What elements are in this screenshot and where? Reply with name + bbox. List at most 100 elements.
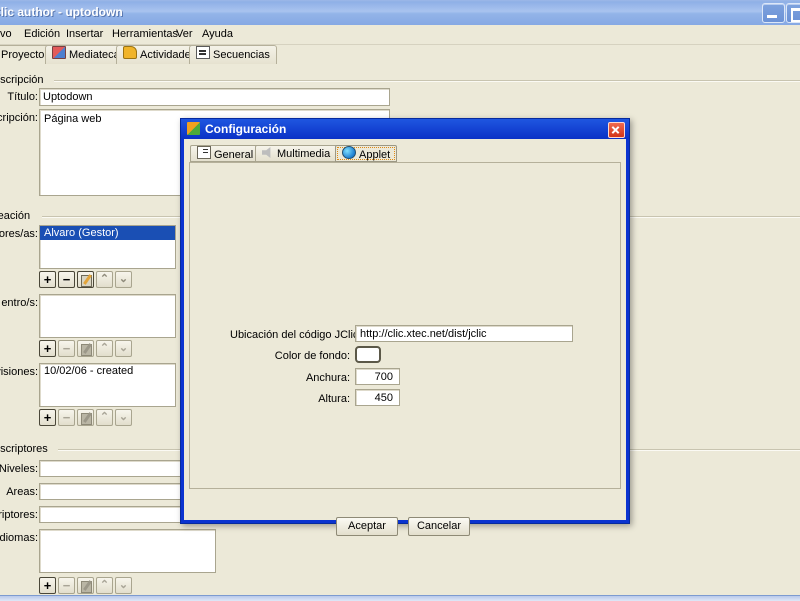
- input-anchura[interactable]: 700: [355, 368, 400, 385]
- dialog-tab-multimedia[interactable]: Multimedia: [255, 145, 338, 162]
- list-item[interactable]: [40, 295, 175, 297]
- chevron-down-icon: ⌄: [118, 411, 129, 423]
- edit-icon: [81, 413, 92, 425]
- revisiones-remove-button[interactable]: −: [58, 409, 75, 426]
- edit-icon: [81, 581, 92, 593]
- tab-proyecto-label: Proyecto: [1, 49, 45, 61]
- tab-actividades-label: Actividades: [140, 49, 197, 61]
- dialog-tab-multimedia-label: Multimedia: [277, 148, 331, 160]
- minus-icon: −: [62, 341, 71, 356]
- close-icon[interactable]: [608, 122, 625, 138]
- list-item[interactable]: [40, 530, 215, 532]
- tab-secuencias-label: Secuencias: [213, 49, 270, 61]
- plus-icon: +: [43, 578, 52, 593]
- menubar: vo Edición Insertar Herramientas Ver Ayu…: [0, 25, 800, 45]
- revisiones-up-button[interactable]: ⌃: [96, 409, 113, 426]
- chevron-up-icon: ⌃: [99, 411, 110, 423]
- tab-mediateca[interactable]: Mediateca: [45, 45, 127, 64]
- label-anchura: Anchura:: [305, 372, 350, 384]
- main-window: Clic author - uptodown vo Edición Insert…: [0, 0, 800, 601]
- label-titulo: Título:: [7, 91, 38, 103]
- dialog-body: General Multimedia Applet Ubicación del …: [184, 139, 626, 536]
- minus-icon: −: [62, 410, 71, 425]
- idiomas-up-button[interactable]: ⌃: [96, 577, 113, 594]
- chevron-down-icon: ⌄: [118, 273, 129, 285]
- main-titlebar: Clic author - uptodown: [0, 0, 800, 26]
- menu-ayuda[interactable]: Ayuda: [198, 28, 237, 40]
- label-idiomas: Idiomas:: [0, 532, 38, 544]
- centros-down-button[interactable]: ⌄: [115, 340, 132, 357]
- section-creacion: reación: [0, 210, 31, 222]
- centros-add-button[interactable]: +: [39, 340, 56, 357]
- idiomas-add-button[interactable]: +: [39, 577, 56, 594]
- tab-mediateca-label: Mediateca: [69, 49, 120, 61]
- maximize-icon: [791, 8, 800, 22]
- autores-button-row: + − ⌃ ⌄: [39, 271, 139, 288]
- menu-ver[interactable]: Ver: [172, 28, 197, 40]
- idiomas-down-button[interactable]: ⌄: [115, 577, 132, 594]
- label-autores: ores/as:: [0, 228, 38, 240]
- minimize-icon: [767, 15, 777, 18]
- list-item[interactable]: 10/02/06 - created: [40, 364, 175, 378]
- chevron-up-icon: ⌃: [99, 342, 110, 354]
- idiomas-button-row: + − ⌃ ⌄: [39, 577, 139, 594]
- dialog-tab-applet-label: Applet: [359, 149, 391, 161]
- color-fondo-swatch[interactable]: [355, 346, 381, 363]
- label-ubicacion-codigo: Ubicación del código JClic:: [230, 329, 362, 341]
- aceptar-button[interactable]: Aceptar: [336, 517, 398, 536]
- dialog-title: Configuración: [205, 122, 287, 136]
- autores-remove-button[interactable]: −: [58, 271, 75, 288]
- revisiones-down-button[interactable]: ⌄: [115, 409, 132, 426]
- menu-insertar[interactable]: Insertar: [62, 28, 107, 40]
- centros-button-row: + − ⌃ ⌄: [39, 340, 139, 357]
- plus-icon: +: [43, 341, 52, 356]
- label-descripcion: scripción:: [0, 112, 38, 124]
- centros-edit-button[interactable]: [77, 340, 94, 357]
- dialog-tab-applet[interactable]: Applet: [335, 145, 398, 162]
- tab-secuencias[interactable]: Secuencias: [189, 45, 277, 64]
- applet-settings-panel: Ubicación del código JClic: http://clic.…: [189, 162, 621, 489]
- label-altura: Altura:: [318, 393, 350, 405]
- list-revisiones[interactable]: 10/02/06 - created: [39, 363, 176, 407]
- dialog-tab-general[interactable]: General: [190, 145, 261, 162]
- chevron-up-icon: ⌃: [99, 273, 110, 285]
- autores-edit-button[interactable]: [77, 271, 94, 288]
- jclic-logo-icon: [187, 122, 200, 135]
- idiomas-edit-button[interactable]: [77, 577, 94, 594]
- revisiones-edit-button[interactable]: [77, 409, 94, 426]
- label-centros: entro/s:: [1, 297, 38, 309]
- input-altura[interactable]: 450: [355, 389, 400, 406]
- dialog-tab-general-label: General: [214, 149, 254, 161]
- menu-edicion[interactable]: Edición: [20, 28, 64, 40]
- list-item[interactable]: Alvaro (Gestor): [40, 226, 175, 240]
- dialog-tabstrip: General Multimedia Applet: [184, 145, 626, 163]
- centros-up-button[interactable]: ⌃: [96, 340, 113, 357]
- revisiones-add-button[interactable]: +: [39, 409, 56, 426]
- label-descriptores: criptores:: [0, 509, 38, 521]
- chevron-up-icon: ⌃: [99, 579, 110, 591]
- speaker-icon: [262, 147, 271, 158]
- list-centros[interactable]: [39, 294, 176, 338]
- list-idiomas[interactable]: [39, 529, 216, 573]
- minimize-button[interactable]: [762, 3, 785, 23]
- input-titulo[interactable]: Uptodown: [39, 88, 390, 106]
- general-icon: [197, 146, 211, 159]
- input-ubicacion-codigo[interactable]: http://clic.xtec.net/dist/jclic: [355, 325, 573, 342]
- autores-add-button[interactable]: +: [39, 271, 56, 288]
- menu-herramientas[interactable]: Herramientas: [108, 28, 182, 40]
- menu-archivo[interactable]: vo: [0, 28, 16, 40]
- cancelar-button[interactable]: Cancelar: [408, 517, 470, 536]
- taskbar-edge: [0, 595, 800, 601]
- idiomas-remove-button[interactable]: −: [58, 577, 75, 594]
- label-revisiones: visiones:: [0, 366, 38, 378]
- centros-remove-button[interactable]: −: [58, 340, 75, 357]
- maximize-button[interactable]: [786, 3, 800, 23]
- autores-up-button[interactable]: ⌃: [96, 271, 113, 288]
- minus-icon: −: [62, 578, 71, 593]
- revisiones-button-row: + − ⌃ ⌄: [39, 409, 139, 426]
- configuracion-dialog: Configuración General Multimedia Applet …: [180, 118, 630, 536]
- list-autores[interactable]: Alvaro (Gestor): [39, 225, 176, 269]
- autores-down-button[interactable]: ⌄: [115, 271, 132, 288]
- activities-icon: [123, 46, 137, 59]
- chevron-down-icon: ⌄: [118, 342, 129, 354]
